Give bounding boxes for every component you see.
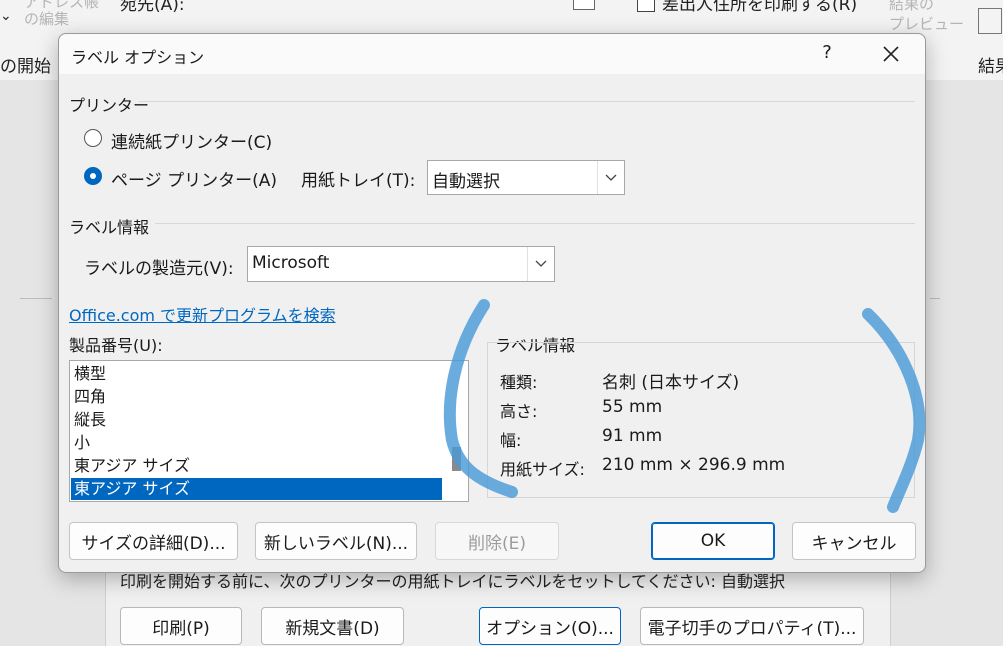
dialog-titlebar: ラベル オプション ? — [59, 34, 925, 74]
label-options-dialog: ラベル オプション ? プリンター 連続紙プリンター(C) ページ プリンター(… — [58, 33, 926, 573]
chevron-down-icon[interactable]: ⌄ — [0, 8, 12, 24]
new-document-button[interactable]: 新規文書(D) — [261, 607, 404, 645]
print-return-address-label: 差出人住所を印刷する(R) — [662, 0, 858, 15]
finish-icon[interactable] — [978, 8, 1002, 34]
vendor-label: ラベルの製造元(V): — [84, 259, 234, 279]
address-book-icon[interactable] — [573, 0, 595, 10]
type-key: 種類: — [500, 373, 538, 392]
dialog-title: ラベル オプション — [71, 48, 205, 67]
printer-section-label: プリンター — [69, 96, 150, 115]
address-book-edit-button[interactable]: アドレス帳 の編集 — [24, 0, 99, 28]
delete-button[interactable]: 削除(E) — [435, 522, 559, 560]
close-button[interactable] — [879, 42, 903, 66]
list-item[interactable]: 東アジア サイズ — [74, 455, 190, 477]
cancel-button[interactable]: キャンセル — [792, 522, 916, 560]
preview-results-button[interactable]: 結果の プレビュー — [889, 0, 964, 34]
help-button[interactable]: ? — [817, 42, 837, 63]
page-printer-radio[interactable] — [84, 167, 102, 185]
product-number-list[interactable]: 横型 四角 縦長 小 東アジア サイズ 東アジア サイズ — [69, 360, 469, 502]
height-value: 55 mm — [602, 397, 663, 417]
list-item[interactable]: 四角 — [74, 386, 106, 408]
print-button[interactable]: 印刷(P) — [120, 607, 242, 645]
section-divider — [139, 101, 915, 102]
close-icon — [883, 46, 899, 62]
paper-size-value: 210 mm × 296.9 mm — [602, 455, 786, 475]
list-item[interactable]: 縦長 — [74, 409, 106, 431]
product-number-label: 製品番号(U): — [69, 336, 163, 355]
tray-select[interactable]: 自動選択 — [427, 160, 625, 195]
page-printer-label[interactable]: ページ プリンター(A) — [111, 166, 277, 191]
list-item-selected[interactable]: 東アジア サイズ — [71, 478, 442, 500]
continuous-printer-radio[interactable] — [84, 129, 102, 147]
list-scrollbar[interactable] — [442, 361, 468, 501]
label-info-section-label: ラベル情報 — [69, 218, 150, 237]
tray-value: 自動選択 — [432, 172, 500, 192]
chevron-down-icon[interactable] — [527, 247, 554, 281]
new-label-button[interactable]: 新しいラベル(N)... — [255, 522, 417, 560]
chevron-down-icon[interactable] — [597, 161, 624, 194]
print-return-address-checkbox[interactable] — [637, 0, 655, 12]
address-label: 宛先(A): — [120, 0, 185, 15]
office-update-link[interactable]: Office.com で更新プログラムを検索 — [69, 302, 336, 326]
tray-label: 用紙トレイ(T): — [301, 171, 416, 191]
ruler-mark — [20, 298, 52, 299]
list-item[interactable]: 横型 — [74, 363, 106, 385]
vendor-value: Microsoft — [252, 253, 330, 273]
width-key: 幅: — [500, 431, 522, 450]
continuous-printer-label[interactable]: 連続紙プリンター(C) — [111, 128, 272, 153]
section-divider — [155, 223, 915, 224]
stamp-properties-button[interactable]: 電子切手のプロパティ(T)... — [640, 607, 864, 645]
paper-size-key: 用紙サイズ: — [500, 460, 585, 479]
type-value: 名刺 (日本サイズ) — [602, 373, 740, 393]
options-button[interactable]: オプション(O)... — [479, 607, 621, 645]
height-key: 高さ: — [500, 402, 538, 421]
details-button[interactable]: サイズの詳細(D)... — [69, 522, 238, 560]
start-label: の開始 — [0, 57, 51, 77]
result-label: 結果 — [978, 57, 1003, 77]
ok-button[interactable]: OK — [651, 522, 775, 560]
list-item[interactable]: 小 — [74, 432, 90, 454]
ruler-mark — [930, 298, 940, 299]
scrollbar-thumb[interactable] — [452, 447, 461, 471]
vendor-select[interactable]: Microsoft — [247, 246, 555, 282]
width-value: 91 mm — [602, 426, 663, 446]
